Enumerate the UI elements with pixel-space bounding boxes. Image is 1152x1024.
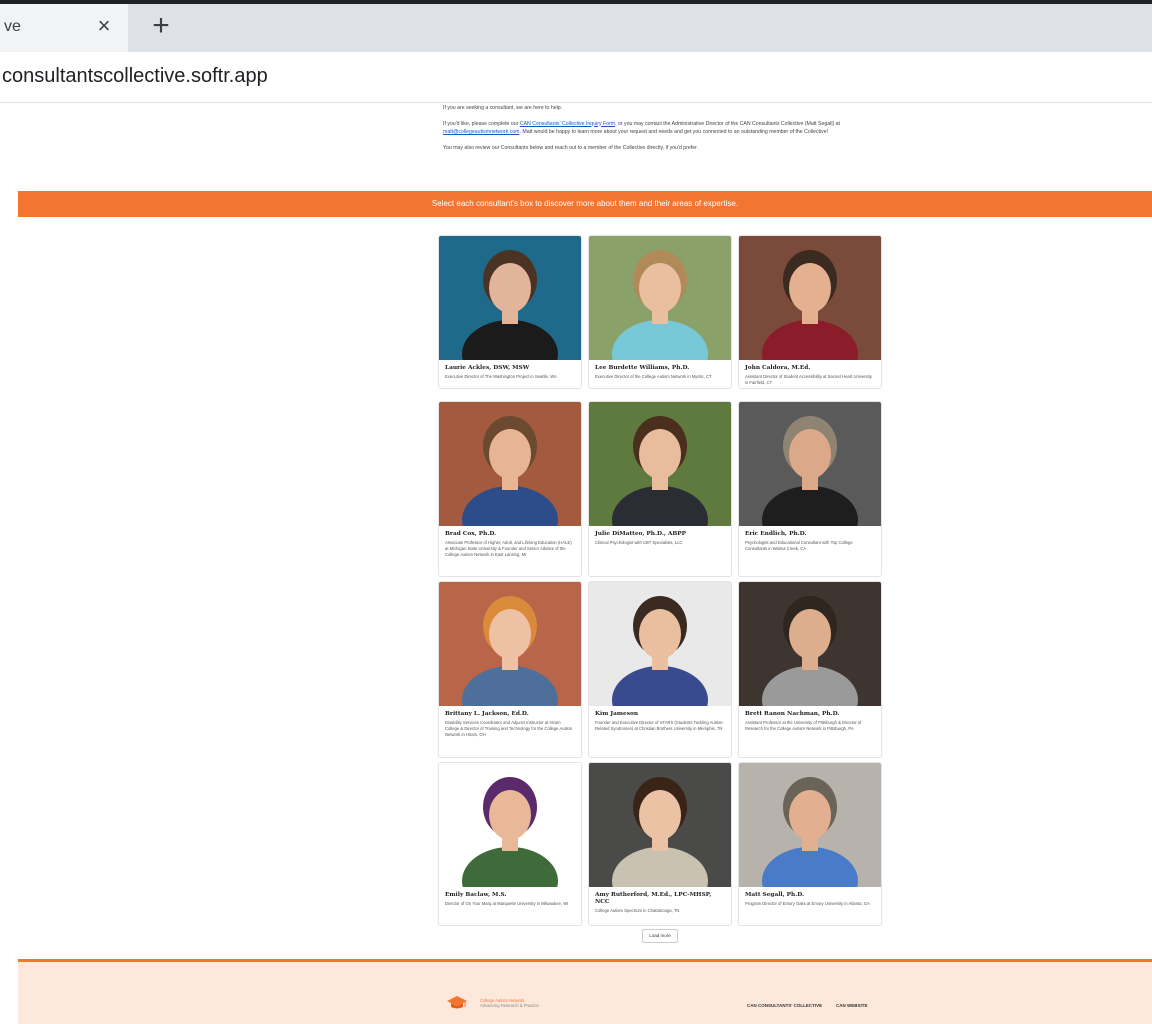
logo-line: Advancing Research & Practice bbox=[480, 1003, 539, 1008]
consultant-card[interactable]: John Caldora, M.Ed. Assistant Director of… bbox=[738, 235, 882, 389]
intro-paragraph: If you'd like, please complete our CAN C… bbox=[443, 120, 903, 137]
consultant-photo bbox=[589, 236, 731, 360]
consultant-name: Matt Segall, Ph.D. bbox=[745, 892, 805, 898]
consultant-card[interactable]: Brett Ranon Nachman, Ph.D. Assistant Prof… bbox=[738, 581, 882, 758]
consultant-name: Brad Cox, Ph.D. bbox=[445, 531, 497, 537]
consultant-name: Amy Rutherford, M.Ed., LPC-MHSP, NCC bbox=[595, 892, 712, 905]
instruction-banner: Select each consultant's box to discover… bbox=[18, 191, 1152, 217]
consultant-photo bbox=[589, 763, 731, 887]
consultant-card[interactable]: Brittany L. Jackson, Ed.D. Disability Ser… bbox=[438, 581, 582, 758]
consultant-description: Psychologist and Educational Consultant … bbox=[745, 540, 853, 551]
consultant-photo bbox=[739, 763, 881, 887]
consultant-name: Brittany L. Jackson, Ed.D. bbox=[445, 711, 529, 717]
consultant-name: Lee Burdette Williams, Ph.D. bbox=[595, 365, 690, 371]
consultant-description: Clinical Psychologist with CBT Specialis… bbox=[595, 540, 683, 545]
consultant-description: Disability Services Coordinator and Adju… bbox=[445, 720, 573, 737]
intro-text-span: . Matt would be happy to learn more abou… bbox=[519, 129, 829, 135]
consultant-name: Eric Endlich, Ph.D. bbox=[745, 531, 807, 537]
consultant-photo bbox=[439, 402, 581, 526]
consultant-photo bbox=[439, 763, 581, 887]
consultant-description: Executive Director of the College Autism… bbox=[595, 374, 712, 379]
intro-text-span: , or you may contact the Administrative … bbox=[615, 120, 840, 127]
consultant-card[interactable]: Kim Jameson Founder and Executive Directo… bbox=[588, 581, 732, 758]
consultant-name: Brett Ranon Nachman, Ph.D. bbox=[745, 711, 840, 717]
consultant-description: Executive Director of The Washington Pro… bbox=[445, 374, 557, 379]
intro-text: If you are seeking a consultant, we are … bbox=[443, 104, 903, 159]
graduation-cap-logo-icon[interactable] bbox=[446, 995, 468, 1011]
tab-bar: ve × + bbox=[0, 4, 1152, 52]
consultant-description: Founder and Executive Director of STARS … bbox=[595, 720, 724, 731]
consultant-name: John Caldora, M.Ed. bbox=[745, 365, 811, 371]
consultant-card[interactable]: Lee Burdette Williams, Ph.D. Executive Di… bbox=[588, 235, 732, 389]
intro-paragraph: You may also review our Consultants belo… bbox=[443, 144, 699, 151]
consultant-card[interactable]: Matt Segall, Ph.D. Program Director of Em… bbox=[738, 762, 882, 926]
consultant-photo bbox=[589, 582, 731, 706]
intro-text-span: If you'd like, please complete our bbox=[443, 120, 520, 127]
tab-title: ve bbox=[4, 18, 21, 35]
consultant-card[interactable]: Eric Endlich, Ph.D. Psychologist and Educ… bbox=[738, 401, 882, 577]
consultant-name: Julie DiMatteo, Ph.D., ABPP bbox=[595, 531, 686, 537]
intro-paragraph: If you are seeking a consultant, we are … bbox=[443, 105, 563, 111]
consultant-photo bbox=[739, 236, 881, 360]
footer-link-consultants[interactable]: CAN CONSULTANTS' COLLECTIVE bbox=[747, 1003, 822, 1008]
consultant-card[interactable]: Amy Rutherford, M.Ed., LPC-MHSP, NCC Coll… bbox=[588, 762, 732, 926]
consultant-card[interactable]: Julie DiMatteo, Ph.D., ABPP Clinical Psyc… bbox=[588, 401, 732, 577]
browser-window: ve × + consultantscollective.softr.app I… bbox=[0, 4, 1152, 1024]
consultant-name: Emily Baclaw, M.S. bbox=[445, 892, 507, 898]
browser-tab[interactable]: ve × bbox=[0, 4, 128, 52]
inquiry-form-link[interactable]: CAN Consultants' Collective Inquiry Form bbox=[520, 121, 615, 127]
logo-text: College Autism Network Advancing Researc… bbox=[480, 998, 539, 1008]
footer-link-website[interactable]: CAN WEBSITE bbox=[836, 1003, 868, 1008]
consultant-description: Program Director of Emory Oaks at Emory … bbox=[745, 901, 870, 906]
new-tab-icon[interactable]: + bbox=[147, 11, 175, 41]
consultant-name: Laurie Ackles, DSW, MSW bbox=[445, 365, 530, 371]
consultant-description: Director of On Your Marq at Marquette Un… bbox=[445, 901, 569, 906]
consultant-photo bbox=[589, 402, 731, 526]
consultant-name: Kim Jameson bbox=[595, 711, 639, 717]
email-link[interactable]: matt@collegeautismnetwork.com bbox=[443, 129, 519, 135]
consultant-photo bbox=[739, 402, 881, 526]
consultant-photo bbox=[739, 582, 881, 706]
footer: College Autism Network Advancing Researc… bbox=[18, 962, 1152, 1024]
consultant-card[interactable]: Emily Baclaw, M.S. Director of On Your Ma… bbox=[438, 762, 582, 926]
address-bar[interactable]: consultantscollective.softr.app bbox=[0, 52, 1152, 103]
consultant-description: Assistant Professor at the University of… bbox=[745, 720, 862, 731]
close-icon[interactable]: × bbox=[92, 14, 116, 38]
consultant-description: Assistant Director of Student Accessibil… bbox=[745, 374, 872, 385]
consultant-photo bbox=[439, 582, 581, 706]
consultant-photo bbox=[439, 236, 581, 360]
url-text[interactable]: consultantscollective.softr.app bbox=[2, 65, 268, 88]
consultant-card[interactable]: Brad Cox, Ph.D. Associate Professor of Hi… bbox=[438, 401, 582, 577]
consultant-description: College Autism Spectrum in Chattanooga, … bbox=[595, 908, 680, 913]
page-content: If you are seeking a consultant, we are … bbox=[18, 104, 1152, 1024]
consultant-card[interactable]: Laurie Ackles, DSW, MSW Executive Directo… bbox=[438, 235, 582, 389]
load-more-button[interactable]: Load more bbox=[642, 929, 678, 943]
consultant-description: Associate Professor of Higher, Adult, an… bbox=[445, 540, 572, 557]
